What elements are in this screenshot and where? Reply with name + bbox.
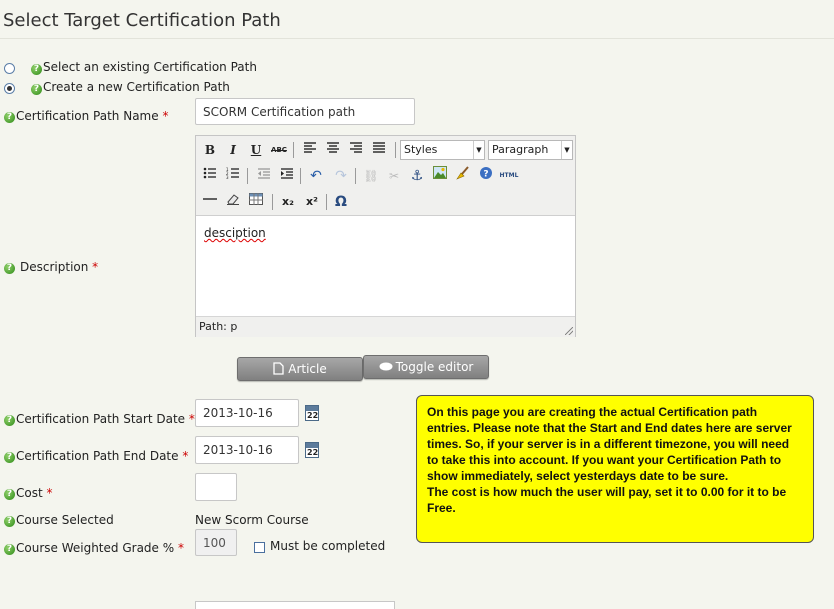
- indent-icon[interactable]: [277, 166, 297, 186]
- toolbar-separator: [272, 194, 273, 210]
- outdent-icon[interactable]: [254, 166, 274, 186]
- cost-input[interactable]: [195, 473, 237, 501]
- editor-path: Path: p: [199, 320, 238, 333]
- help-icon: ?: [4, 263, 15, 274]
- redo-icon[interactable]: ↷: [331, 166, 351, 186]
- toolbar-separator: [355, 168, 356, 184]
- underline-button[interactable]: U: [246, 140, 266, 160]
- toolbar-separator: [326, 194, 327, 210]
- toolbar-separator: [395, 142, 396, 158]
- next-field-partial[interactable]: [195, 601, 395, 609]
- must-complete-checkbox[interactable]: [254, 542, 265, 553]
- help-circle-icon[interactable]: ?: [476, 166, 496, 186]
- help-icon: ?: [31, 64, 42, 75]
- weighted-grade-label: Course Weighted Grade % *: [16, 541, 184, 555]
- radio-new-label[interactable]: Create a new Certification Path: [43, 80, 230, 94]
- editor-content[interactable]: desciption: [204, 226, 266, 240]
- align-right-icon[interactable]: [346, 140, 366, 160]
- radio-new-path[interactable]: [4, 83, 15, 94]
- help-icon: ?: [4, 489, 15, 500]
- help-icon: ?: [4, 415, 15, 426]
- svg-text:?: ?: [483, 170, 488, 180]
- bold-button[interactable]: B: [200, 140, 220, 160]
- rich-text-editor: B I U ABC Styles ▼ Paragraph ▼ 123 ↶ ↷ ⛓ ✂…: [195, 135, 576, 337]
- must-complete-label: Must be completed: [270, 539, 386, 553]
- image-icon[interactable]: [430, 166, 450, 186]
- help-icon: ?: [4, 112, 15, 123]
- page-title: Select Target Certification Path: [3, 10, 281, 31]
- radio-existing-path[interactable]: [4, 63, 15, 74]
- chevron-down-icon: ▼: [473, 141, 484, 159]
- radio-existing-label[interactable]: Select an existing Certification Path: [43, 60, 257, 74]
- align-center-icon[interactable]: [323, 140, 343, 160]
- course-selected-value: New Scorm Course: [195, 513, 309, 527]
- toolbar-separator: [300, 168, 301, 184]
- course-selected-label: Course Selected: [16, 513, 114, 527]
- help-icon: ?: [4, 516, 15, 527]
- editor-toolbar: B I U ABC Styles ▼ Paragraph ▼ 123 ↶ ↷ ⛓ ✂…: [196, 136, 575, 216]
- info-note: On this page you are creating the actual…: [416, 395, 814, 543]
- resize-grip-icon[interactable]: [565, 327, 573, 335]
- strikethrough-button[interactable]: ABC: [269, 140, 289, 160]
- start-date-label: Certification Path Start Date *: [16, 412, 195, 426]
- info-note-text: On this page you are creating the actual…: [427, 405, 792, 515]
- chevron-down-icon: ▼: [561, 141, 572, 159]
- start-date-input[interactable]: [195, 399, 299, 427]
- table-icon[interactable]: [246, 192, 266, 212]
- eraser-icon[interactable]: [223, 192, 243, 212]
- paragraph-select[interactable]: Paragraph ▼: [488, 140, 573, 160]
- article-button[interactable]: Article: [237, 357, 363, 381]
- link-icon[interactable]: ⛓: [361, 166, 381, 186]
- toolbar-separator: [293, 142, 294, 158]
- path-name-label: Certification Path Name *: [16, 109, 169, 123]
- help-icon: ?: [4, 544, 15, 555]
- subscript-button[interactable]: x₂: [278, 192, 298, 212]
- italic-button[interactable]: I: [223, 140, 243, 160]
- horizontal-rule-icon[interactable]: [200, 192, 220, 212]
- end-date-input[interactable]: [195, 436, 299, 464]
- toolbar-separator: [247, 168, 248, 184]
- help-icon: ?: [31, 84, 42, 95]
- calendar-icon[interactable]: 22: [305, 442, 319, 458]
- cost-label: Cost *: [16, 486, 53, 500]
- styles-select[interactable]: Styles ▼: [400, 140, 485, 160]
- toggle-editor-button[interactable]: Toggle editor: [363, 355, 489, 379]
- bullet-list-icon[interactable]: [200, 166, 220, 186]
- numbered-list-icon[interactable]: 123: [223, 166, 243, 186]
- end-date-label: Certification Path End Date *: [16, 449, 189, 463]
- cleanup-brush-icon[interactable]: [453, 166, 473, 186]
- editor-statusbar: Path: p: [196, 316, 575, 337]
- description-label: Description *: [20, 260, 99, 274]
- title-divider: [0, 38, 834, 39]
- weighted-grade-input[interactable]: [195, 529, 237, 556]
- anchor-icon[interactable]: ⚓: [407, 166, 427, 186]
- svg-text:3: 3: [226, 175, 229, 179]
- path-name-input[interactable]: [195, 98, 415, 125]
- undo-icon[interactable]: ↶: [306, 166, 326, 186]
- justify-icon[interactable]: [369, 140, 389, 160]
- omega-button[interactable]: Ω: [331, 192, 351, 212]
- align-left-icon[interactable]: [300, 140, 320, 160]
- superscript-button[interactable]: x²: [302, 192, 322, 212]
- eye-icon: [379, 362, 393, 371]
- calendar-icon[interactable]: 22: [305, 405, 319, 421]
- html-source-icon[interactable]: HTML: [499, 166, 519, 186]
- help-icon: ?: [4, 452, 15, 463]
- unlink-icon[interactable]: ✂: [384, 166, 404, 186]
- article-icon: [273, 362, 284, 375]
